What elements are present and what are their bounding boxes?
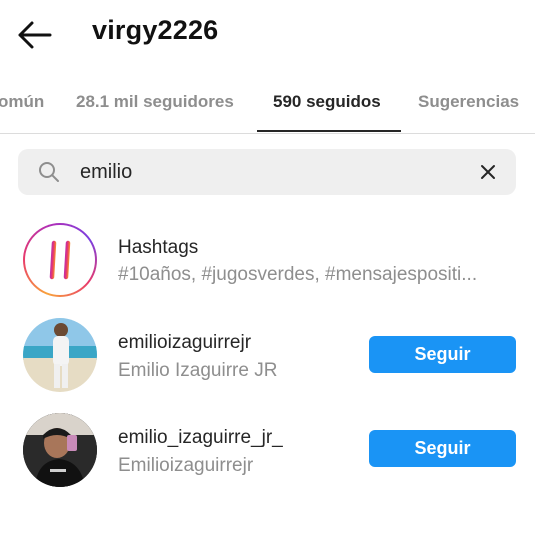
full-name: Emilioizaguirrejr — [118, 455, 254, 476]
username: emilioizaguirrejr — [118, 332, 252, 353]
hashtag-icon — [41, 240, 79, 280]
search-input[interactable] — [80, 157, 460, 187]
follow-button[interactable]: Seguir — [369, 430, 516, 467]
tab-common[interactable]: omún — [0, 92, 44, 112]
profile-username-title: virgy2226 — [92, 15, 219, 45]
active-tab-indicator — [257, 130, 401, 132]
top-bar: virgy2226 — [0, 0, 535, 70]
follow-tabs: omún 28.1 mil seguidores 590 seguidos Su… — [0, 70, 535, 134]
full-name: Emilio Izaguirre JR — [118, 360, 278, 381]
follow-button[interactable]: Seguir — [369, 336, 516, 373]
hashtags-title: Hashtags — [118, 237, 199, 258]
list-item-hashtags[interactable]: Hashtags #10años, #jugosverdes, #mensaje… — [0, 220, 535, 300]
back-arrow-icon[interactable] — [14, 18, 54, 52]
hashtags-subtitle: #10años, #jugosverdes, #mensajespositi..… — [118, 264, 478, 285]
tab-suggestions[interactable]: Sugerencias — [418, 92, 519, 112]
search-bar[interactable] — [18, 149, 516, 195]
list-item-user[interactable]: emilio_izaguirre_jr_ Emilioizaguirrejr S… — [0, 410, 535, 490]
tab-followers[interactable]: 28.1 mil seguidores — [76, 92, 234, 112]
username: emilio_izaguirre_jr_ — [118, 427, 283, 448]
avatar[interactable] — [23, 318, 97, 392]
hashtag-avatar — [23, 223, 97, 297]
search-icon — [38, 161, 60, 183]
list-item-user[interactable]: emilioizaguirrejr Emilio Izaguirre JR Se… — [0, 315, 535, 395]
tab-following[interactable]: 590 seguidos — [273, 92, 381, 112]
close-icon[interactable] — [478, 162, 498, 182]
avatar[interactable] — [23, 413, 97, 487]
